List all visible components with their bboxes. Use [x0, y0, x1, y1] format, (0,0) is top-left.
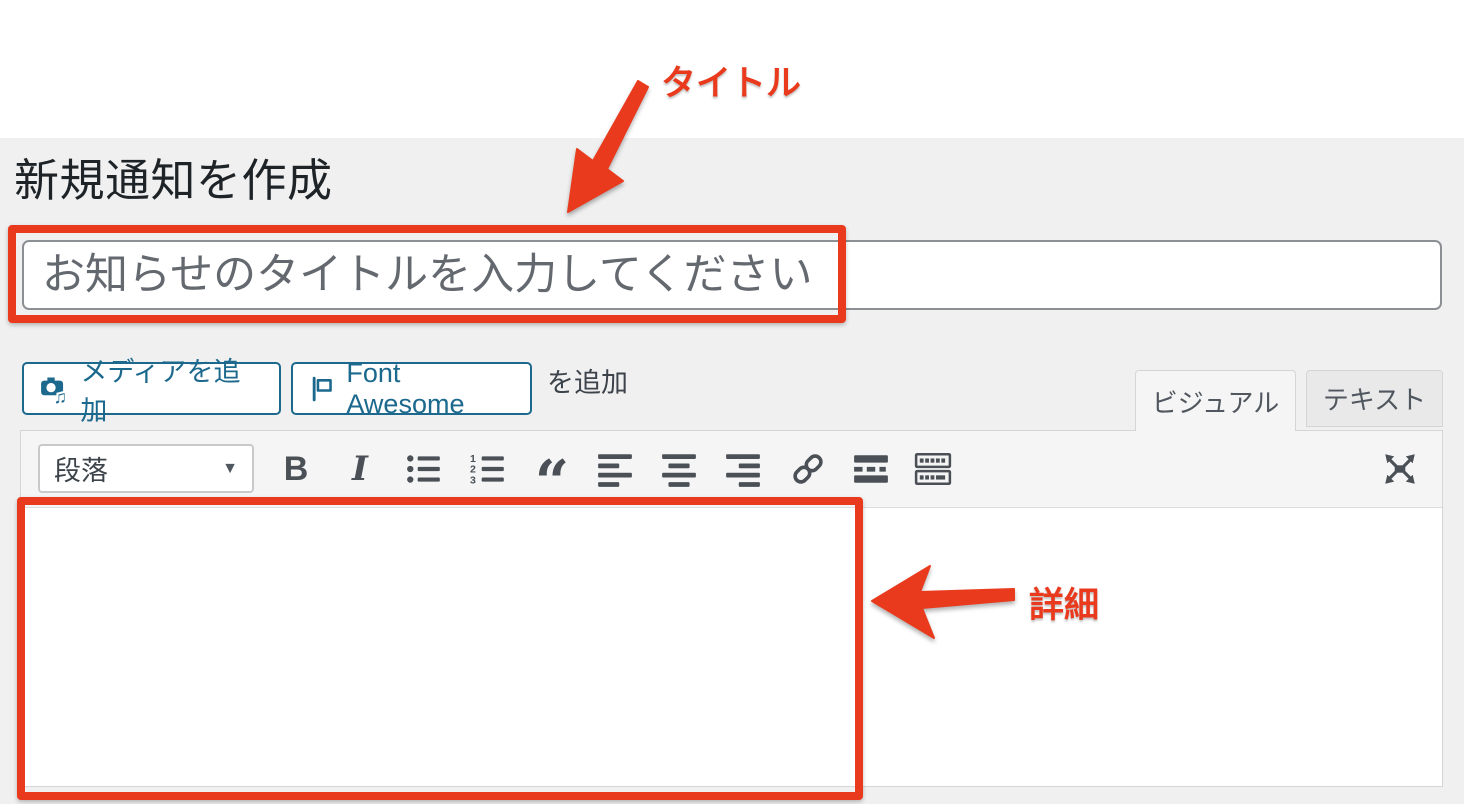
tab-text[interactable]: テキスト — [1306, 370, 1443, 427]
align-center-button[interactable] — [654, 444, 704, 494]
keyboard-icon — [914, 450, 952, 488]
align-left-icon — [596, 450, 634, 488]
link-icon — [789, 450, 827, 488]
align-left-button[interactable] — [590, 444, 640, 494]
add-media-button[interactable]: ♫ メディアを追加 — [22, 362, 281, 415]
italic-icon: I — [352, 449, 368, 489]
wordpress-new-notification-screen: 新規通知を作成 ♫ メディアを追加 Font Awesome を追加 ビジュアル… — [0, 0, 1464, 804]
music-note-icon: ♫ — [54, 387, 67, 405]
bullet-list-icon — [405, 450, 443, 488]
add-media-label: メディアを追加 — [80, 350, 264, 428]
editor-toolbar: 段落 ▼ B I 1 2 — [21, 431, 1442, 508]
svg-text:3: 3 — [470, 474, 476, 486]
add-suffix-text: を追加 — [547, 363, 628, 403]
editor-canvas[interactable] — [21, 508, 1442, 786]
blockquote-button[interactable]: “ — [527, 444, 577, 494]
bold-icon: B — [284, 450, 309, 489]
title-input[interactable] — [22, 240, 1442, 310]
flag-icon — [308, 374, 336, 404]
paragraph-format-dropdown[interactable]: 段落 ▼ — [38, 444, 254, 493]
align-right-button[interactable] — [718, 444, 768, 494]
tab-visual[interactable]: ビジュアル — [1135, 370, 1296, 431]
annotation-title-label: タイトル — [661, 55, 801, 106]
align-center-icon — [660, 450, 698, 488]
font-awesome-button[interactable]: Font Awesome — [291, 362, 532, 415]
bold-button[interactable]: B — [271, 444, 321, 494]
more-tag-button[interactable] — [846, 444, 896, 494]
align-right-icon — [724, 450, 762, 488]
font-awesome-label: Font Awesome — [346, 358, 515, 420]
italic-button[interactable]: I — [335, 444, 385, 494]
numbered-list-icon: 1 2 3 — [469, 450, 507, 488]
link-button[interactable] — [783, 444, 833, 494]
page-title: 新規通知を作成 — [14, 144, 333, 209]
paragraph-format-label: 段落 — [54, 449, 108, 488]
more-tag-icon — [852, 450, 890, 488]
keyboard-toolbar-toggle-button[interactable] — [908, 444, 958, 494]
caret-down-icon: ▼ — [222, 460, 238, 478]
bullet-list-button[interactable] — [399, 444, 449, 494]
editor-container: 段落 ▼ B I 1 2 — [20, 430, 1443, 787]
add-media-icon: ♫ — [39, 373, 70, 405]
numbered-list-button[interactable]: 1 2 3 — [463, 444, 513, 494]
fullscreen-button[interactable] — [1375, 444, 1425, 494]
fullscreen-icon — [1381, 450, 1419, 488]
